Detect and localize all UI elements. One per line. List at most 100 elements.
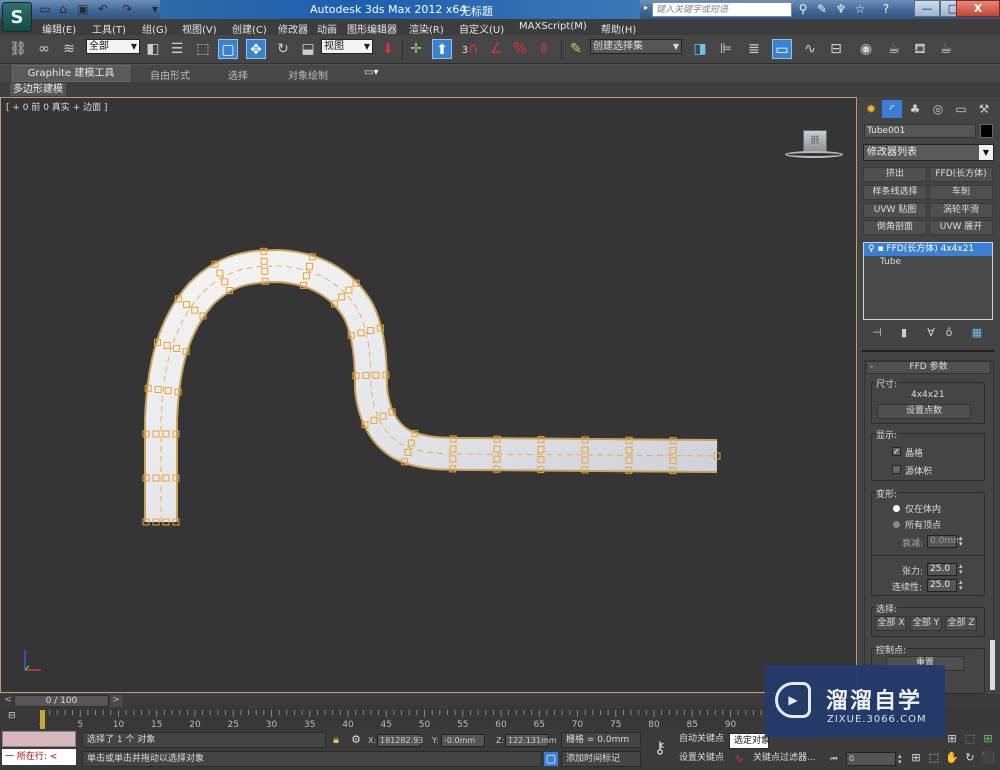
modifier-button-lathe[interactable]: 车削 xyxy=(929,185,993,200)
curve-editor-icon[interactable]: ∿ xyxy=(800,39,820,59)
bind-space-warp-icon[interactable]: ≋ xyxy=(59,39,79,59)
viewport-front[interactable] xyxy=(0,97,857,693)
pin-stack-icon[interactable]: ⊣ xyxy=(870,326,884,340)
zoom-all-icon[interactable]: ⊞ xyxy=(944,731,960,747)
zoom-extents-icon[interactable]: ⬚ xyxy=(962,731,978,747)
search-input[interactable]: 键入关键字或短语 xyxy=(652,2,792,17)
modifier-button-extrude[interactable]: 挤出 xyxy=(863,167,927,182)
menu-create[interactable]: 创建(C) xyxy=(232,21,267,36)
lattice-checkbox[interactable]: ✓ xyxy=(892,447,901,456)
graphite-toggle-icon[interactable]: ▭ xyxy=(772,39,792,59)
schematic-view-icon[interactable]: ⊟ xyxy=(826,39,846,59)
percent-snap-icon[interactable]: % xyxy=(510,39,530,59)
rollout-title[interactable]: - FFD 参数 xyxy=(866,361,991,374)
menu-views[interactable]: 视图(V) xyxy=(182,21,217,36)
current-frame-marker[interactable] xyxy=(40,710,45,729)
display-tab-icon[interactable]: ▭ xyxy=(951,100,971,118)
modifier-button-spline-select[interactable]: 样条线选择 xyxy=(863,185,927,200)
zoom-extents-all-icon[interactable]: ⊞ xyxy=(908,750,924,766)
set-points-button[interactable]: 设置点数 xyxy=(877,404,971,419)
open-icon[interactable]: ⌂ xyxy=(56,2,70,16)
selection-region-icon[interactable]: ⬚ xyxy=(193,39,213,59)
stack-item-tube[interactable]: Tube xyxy=(880,257,901,267)
panel-scrollbar[interactable] xyxy=(990,640,995,690)
selection-lock-icon[interactable]: 🔒︎ xyxy=(328,732,344,748)
continuity-spinner-arrows[interactable]: ▴ ▾ xyxy=(959,579,967,592)
close-button[interactable]: X xyxy=(956,0,1000,17)
key-selection-dropdown[interactable]: 选定对象 xyxy=(729,733,770,749)
falloff-spinner-arrows[interactable]: ▴ ▾ xyxy=(959,535,967,548)
menu-animation[interactable]: 动画 xyxy=(317,21,337,36)
remove-modifier-icon[interactable]: ô xyxy=(942,326,956,340)
modifier-button-ffd-box[interactable]: FFD(长方体) xyxy=(929,167,993,182)
modifier-list-dropdown[interactable]: 修改器列表 ▼ xyxy=(863,144,994,161)
modifier-button-turbosmooth[interactable]: 涡轮平滑 xyxy=(929,203,993,218)
go-to-start-icon[interactable]: ⏮ xyxy=(826,751,842,767)
object-color-swatch[interactable] xyxy=(980,124,993,138)
zoom-extents-selected-icon[interactable]: ⊞ xyxy=(980,731,996,747)
time-slider-handle[interactable]: 0 / 100 xyxy=(14,695,109,707)
align-icon[interactable]: ⊫ xyxy=(716,39,736,59)
satellite-icon[interactable]: ♆ xyxy=(833,2,849,17)
unlink-icon[interactable]: ∞ xyxy=(34,39,54,59)
configure-modifier-sets-icon[interactable]: ▦ xyxy=(970,326,984,340)
search-expand-icon[interactable]: ▸ xyxy=(644,3,652,17)
star-icon[interactable]: ☆ xyxy=(852,2,868,17)
tension-spinner-arrows[interactable]: ▴ ▾ xyxy=(959,563,967,576)
select-object-icon[interactable]: ◧ xyxy=(143,39,163,59)
maxscript-listener-line[interactable]: 一 所在行: < xyxy=(2,749,76,765)
material-editor-icon[interactable]: ◉ xyxy=(856,39,876,59)
pan-view-icon[interactable]: ✋ xyxy=(944,750,960,766)
spinner-snap-icon[interactable]: ⇕ xyxy=(534,39,554,59)
create-tab-icon[interactable]: ✸ xyxy=(861,100,881,118)
current-frame-field[interactable]: 0 xyxy=(846,752,896,766)
z-coordinate-field[interactable]: 122.131mm xyxy=(505,734,557,747)
make-unique-icon[interactable]: ∀ xyxy=(924,326,938,340)
timeline-ruler[interactable]: 051015202530354045505560657075808590 xyxy=(36,708,781,730)
viewcube-compass-ring[interactable] xyxy=(785,151,843,158)
select-and-move-icon[interactable]: ✥ xyxy=(246,39,266,59)
all-vertices-radio[interactable] xyxy=(893,521,900,528)
frame-spinner-arrows[interactable]: ▴ ▾ xyxy=(898,753,906,766)
viewport-label[interactable]: [ + 0 前 0 真实 + 边面 ] xyxy=(6,100,107,113)
menu-maxscript[interactable]: MAXScript(M) xyxy=(519,21,587,32)
edit-named-selection-icon[interactable]: ✎ xyxy=(566,39,586,59)
select-and-rotate-icon[interactable]: ↻ xyxy=(273,39,293,59)
customize-icon[interactable]: ▾ xyxy=(148,2,162,16)
field-of-view-icon[interactable]: ⬚ xyxy=(926,750,942,766)
key-filters-button[interactable]: 关键点过滤器... xyxy=(749,751,823,767)
link-icon[interactable]: ⛓ xyxy=(8,39,28,59)
set-key-button[interactable]: 设置关键点 xyxy=(675,751,727,767)
menu-tools[interactable]: 工具(T) xyxy=(92,21,126,36)
save-icon[interactable]: ▣ xyxy=(76,2,90,16)
tab-freeform[interactable]: 自由形式 xyxy=(150,67,190,82)
modifier-button-uvw-map[interactable]: UVW 贴图 xyxy=(863,203,927,218)
rendered-frame-window-icon[interactable]: ⛾ xyxy=(910,39,930,59)
angle-snap-icon[interactable]: ∠ xyxy=(486,39,506,59)
motion-tab-icon[interactable]: ◎ xyxy=(928,100,948,118)
menu-customize[interactable]: 自定义(U) xyxy=(459,21,504,36)
tab-graphite-modeling[interactable]: Graphite 建模工具 xyxy=(12,65,130,82)
maximize-viewport-icon[interactable]: ⬛ xyxy=(980,750,996,766)
select-by-name-icon[interactable]: ☰ xyxy=(167,39,187,59)
utilities-tab-icon[interactable]: ⚒ xyxy=(974,100,994,118)
render-production-icon[interactable]: ☕ xyxy=(936,39,956,59)
help-icon[interactable]: ? xyxy=(878,2,894,17)
x-coordinate-field[interactable]: 181282.93 xyxy=(377,734,423,747)
key-mode-icon[interactable]: ⚷ xyxy=(648,740,672,756)
manipulate-icon[interactable]: ✛ xyxy=(406,39,426,59)
falloff-spinner[interactable]: 0.0mm xyxy=(927,535,962,548)
time-slider-prev-button[interactable]: < xyxy=(2,695,14,707)
selection-filter-dropdown[interactable]: 全部 ▼ xyxy=(86,39,140,54)
menu-modifiers[interactable]: 修改器 xyxy=(278,21,308,36)
open-mini-curve-editor-icon[interactable]: ⊟ xyxy=(8,711,26,725)
y-coordinate-field[interactable]: -0.0mm xyxy=(441,734,485,747)
undo-icon[interactable]: ↶ xyxy=(96,2,110,16)
stack-item-ffd[interactable]: ♀ ▪ FFD(长方体) 4x4x21 xyxy=(864,243,992,256)
modify-tab-icon[interactable]: ◜ xyxy=(882,100,902,118)
time-slider-next-button[interactable]: > xyxy=(110,695,122,707)
render-setup-icon[interactable]: ☕ xyxy=(884,39,904,59)
layer-manager-icon[interactable]: ≣ xyxy=(744,39,764,59)
hierarchy-tab-icon[interactable]: ♣ xyxy=(905,100,925,118)
ribbon-options-icon[interactable]: ▭▾ xyxy=(364,67,378,78)
